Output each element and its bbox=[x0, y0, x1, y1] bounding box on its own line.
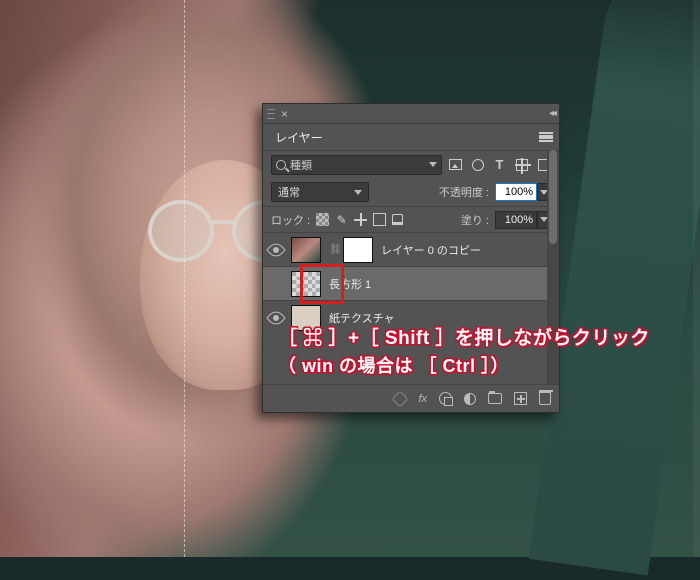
lock-position-icon[interactable] bbox=[354, 213, 367, 226]
filter-pixel-icon[interactable] bbox=[448, 157, 463, 172]
layer-thumbnail[interactable] bbox=[291, 271, 321, 297]
blend-mode-dropdown[interactable]: 通常 bbox=[271, 182, 369, 202]
scrollbar-thumb[interactable] bbox=[549, 150, 557, 244]
lock-transparency-icon[interactable] bbox=[316, 213, 329, 226]
opacity-input[interactable]: 100% bbox=[495, 183, 537, 201]
lock-artboard-icon[interactable] bbox=[373, 213, 386, 226]
chevron-down-icon bbox=[354, 190, 362, 195]
panel-menu-button[interactable] bbox=[533, 124, 559, 150]
layer-name[interactable]: 長方形 1 bbox=[329, 276, 371, 292]
link-icon[interactable]: ⛓ bbox=[329, 244, 335, 255]
callout-line-1: ［ ⌘ ］+［ Shift ］を押しながらクリック bbox=[278, 324, 688, 353]
layer-row[interactable]: 長方形 1 bbox=[263, 266, 559, 300]
link-layers-icon[interactable] bbox=[392, 390, 409, 407]
opacity-label: 不透明度 : bbox=[439, 184, 489, 200]
filter-adjustment-icon[interactable] bbox=[470, 157, 485, 172]
close-icon[interactable]: × bbox=[281, 107, 288, 121]
adjustment-layer-icon[interactable] bbox=[464, 393, 476, 405]
tab-layers[interactable]: レイヤー bbox=[263, 124, 335, 150]
search-icon bbox=[276, 160, 286, 170]
filter-type-icon[interactable]: T bbox=[492, 157, 507, 172]
lock-label: ロック : bbox=[271, 212, 310, 228]
lock-all-icon[interactable] bbox=[392, 214, 403, 225]
layer-thumbnail[interactable] bbox=[291, 237, 321, 263]
add-mask-icon[interactable] bbox=[439, 392, 452, 405]
visibility-toggle-icon[interactable] bbox=[266, 274, 286, 294]
callout-line-2: （ win の場合は ［ Ctrl ］） bbox=[278, 353, 688, 381]
layer-filter-dropdown[interactable]: 種類 bbox=[271, 155, 442, 175]
annotation-callout: ［ ⌘ ］+［ Shift ］を押しながらクリック （ win の場合は ［ C… bbox=[278, 324, 688, 381]
visibility-toggle-icon[interactable] bbox=[266, 240, 286, 260]
layer-row[interactable]: ⛓ レイヤー 0 のコピー bbox=[263, 232, 559, 266]
layer-mask-thumbnail[interactable] bbox=[343, 237, 373, 263]
hamburger-icon bbox=[539, 132, 553, 142]
panel-titlebar[interactable]: × ◂◂ bbox=[263, 104, 559, 124]
lock-pixels-icon[interactable]: ✎ bbox=[335, 213, 348, 226]
blend-mode-value: 通常 bbox=[278, 184, 300, 200]
new-group-icon[interactable] bbox=[488, 393, 502, 404]
filter-shape-icon[interactable] bbox=[514, 157, 529, 172]
selection-marching-ants bbox=[184, 0, 186, 557]
fill-label: 塗り : bbox=[461, 212, 489, 228]
layer-name[interactable]: レイヤー 0 のコピー bbox=[381, 242, 481, 258]
panel-footer: fx bbox=[263, 384, 559, 412]
document-scrollbar[interactable] bbox=[693, 0, 700, 557]
layer-filter-label: 種類 bbox=[290, 157, 312, 173]
delete-layer-icon[interactable] bbox=[539, 392, 551, 405]
fill-input[interactable]: 100% bbox=[495, 211, 537, 229]
collapse-panel-icon[interactable]: ◂◂ bbox=[549, 108, 555, 119]
layer-fx-icon[interactable]: fx bbox=[418, 393, 427, 405]
chevron-down-icon bbox=[429, 162, 437, 167]
panel-grip-icon[interactable] bbox=[267, 109, 275, 119]
new-layer-icon[interactable] bbox=[514, 392, 527, 405]
